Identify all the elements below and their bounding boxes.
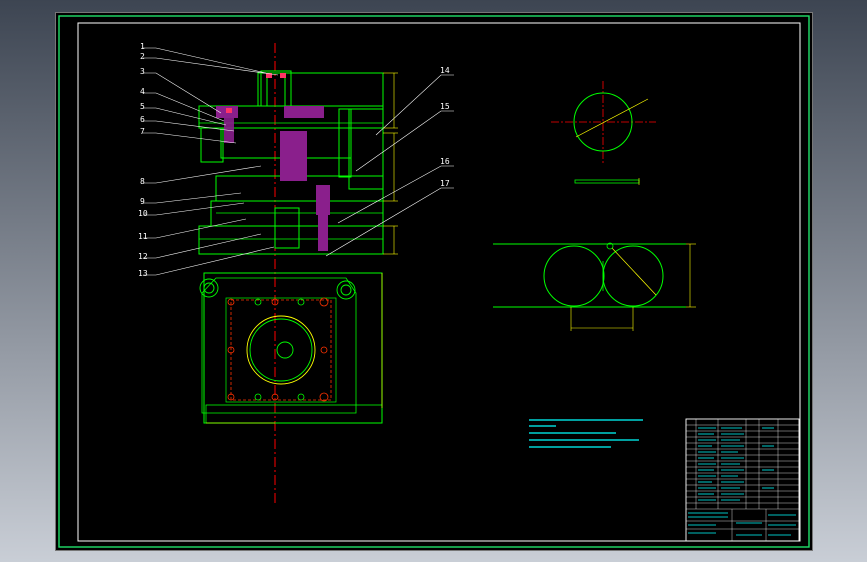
die-plan-view[interactable]: [199, 272, 383, 424]
part-label: 16: [440, 157, 450, 166]
part-label: 11: [138, 232, 148, 241]
drawing-sheet: 1 2 3 4 5 6 7 8 9 10 11 12 13 14 15 16 1…: [58, 15, 810, 548]
part-label: 14: [440, 66, 450, 75]
part-label: 1: [140, 42, 145, 51]
cad-viewport[interactable]: 1 2 3 4 5 6 7 8 9 10 11 12 13 14 15 16 1…: [55, 12, 813, 551]
part-label: 17: [440, 179, 450, 188]
part-label: 12: [138, 252, 148, 261]
part-label: 2: [140, 52, 145, 61]
part-label: 8: [140, 177, 145, 186]
part-label: 3: [140, 67, 145, 76]
technical-notes: [529, 419, 643, 448]
part-label: 15: [440, 102, 450, 111]
part-label: 10: [138, 209, 148, 218]
part-label: 6: [140, 115, 145, 124]
outer-border: [58, 15, 810, 548]
part-label: 5: [140, 102, 145, 111]
part-label: 13: [138, 269, 148, 278]
inner-border: [77, 22, 801, 542]
strip-layout-detail[interactable]: [493, 242, 696, 331]
part-label: 7: [140, 127, 145, 136]
blank-circle-detail[interactable]: [551, 81, 656, 185]
part-label: 9: [140, 197, 145, 206]
part-label: 4: [140, 87, 145, 96]
title-block[interactable]: [685, 418, 800, 542]
